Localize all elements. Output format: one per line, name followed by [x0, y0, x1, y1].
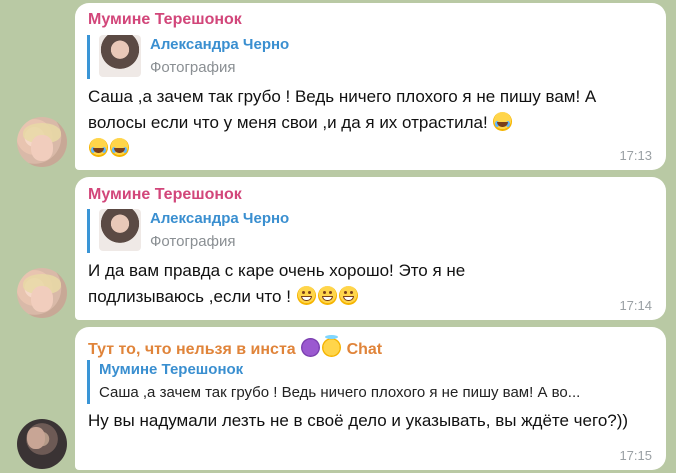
message-text-container: Саша ,а зачем так грубо ! Ведь ничего пл… — [88, 84, 653, 162]
message-text-container: И да вам правда с каре очень хорошо! Это… — [88, 258, 558, 310]
reply-preview[interactable]: Мумине Терешонок Саша ,а зачем так грубо… — [87, 360, 653, 404]
reply-sender-name: Мумине Терешонок — [99, 361, 244, 378]
sender-name[interactable]: Тут то, что нельзя в инста Chat — [88, 335, 383, 359]
reply-text: Фотография — [150, 233, 236, 250]
message-text: Ну вы надумали лезть не в своё дело и ук… — [88, 411, 629, 430]
message-text-container: Ну вы надумали лезть не в своё дело и ук… — [88, 408, 653, 434]
emoji-laugh-icon — [88, 138, 130, 158]
message-time: 17:13 — [619, 148, 652, 163]
sender-name-suffix: Chat — [346, 341, 383, 358]
reply-preview[interactable]: Александра Черно Фотография — [87, 209, 337, 253]
message-text: И да вам правда с каре очень хорошо! Это… — [88, 261, 466, 306]
sender-name[interactable]: Мумине Терешонок — [88, 11, 242, 29]
reply-photo-thumbnail — [99, 209, 141, 251]
sender-name[interactable]: Мумине Терешонок — [88, 186, 242, 204]
message-text: Саша ,а зачем так грубо ! Ведь ничего пл… — [88, 87, 597, 132]
message-time: 17:15 — [619, 448, 652, 463]
reply-sender-name: Александра Черно — [150, 36, 290, 53]
reply-sender-name: Александра Черно — [150, 210, 290, 227]
reply-text: Саша ,а зачем так грубо ! Ведь ничего пл… — [99, 384, 581, 401]
avatar[interactable] — [17, 117, 67, 167]
message-time: 17:14 — [619, 298, 652, 313]
message-bubble[interactable]: Мумине Терешонок Александра Черно Фотогр… — [75, 177, 666, 320]
message-bubble[interactable]: Тут то, что нельзя в инста Chat Мумине Т… — [75, 327, 666, 470]
reply-photo-thumbnail — [99, 35, 141, 77]
avatar[interactable] — [17, 268, 67, 318]
angel-emoji-icon — [321, 335, 342, 358]
emoji-laugh-icon — [492, 112, 513, 132]
devil-emoji-icon — [300, 338, 321, 358]
emoji-grin-icon — [296, 286, 359, 306]
avatar[interactable] — [17, 419, 67, 469]
reply-text: Фотография — [150, 59, 236, 76]
message-bubble[interactable]: Мумине Терешонок Александра Черно Фотогр… — [75, 3, 666, 170]
reply-preview[interactable]: Александра Черно Фотография — [87, 35, 337, 79]
sender-name-text: Тут то, что нельзя в инста — [88, 341, 296, 358]
